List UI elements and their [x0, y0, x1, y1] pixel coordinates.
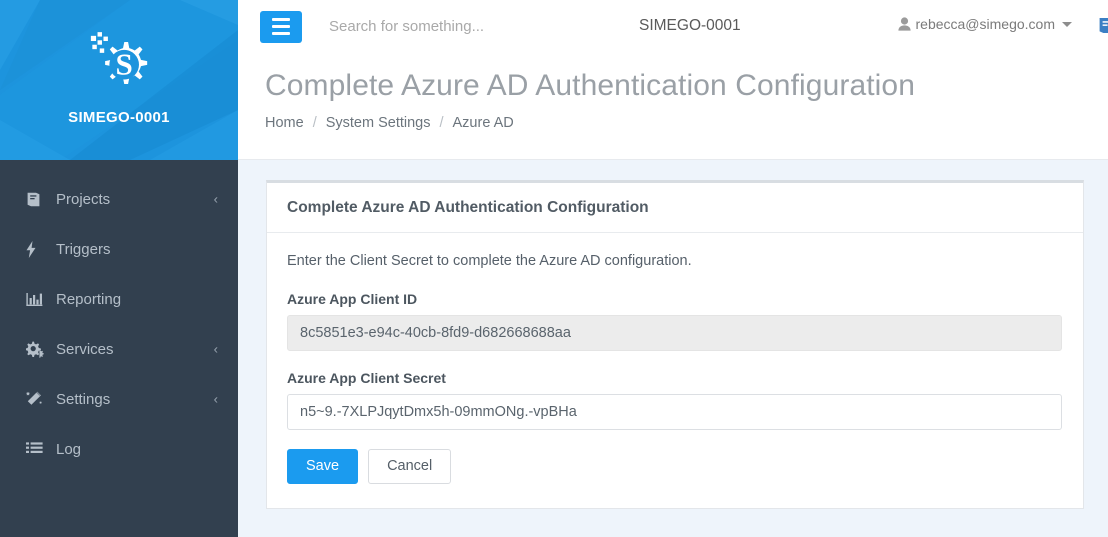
cancel-button[interactable]: Cancel [368, 449, 452, 485]
sidebar-item-label: Services [56, 340, 114, 358]
sidebar-item-log[interactable]: Log [0, 424, 238, 474]
hamburger-bar [272, 18, 290, 21]
breadcrumb: Home / System Settings / Azure AD [265, 115, 514, 131]
breadcrumb-item-azure-ad: Azure AD [452, 115, 514, 131]
card-body: Enter the Client Secret to complete the … [267, 233, 1083, 508]
form-group-client-id: Azure App Client ID [287, 291, 1063, 351]
sidebar-item-label: Triggers [56, 240, 111, 258]
hamburger-bar [272, 25, 290, 28]
card-lead-text: Enter the Client Secret to complete the … [287, 253, 692, 269]
page-header: Complete Azure AD Authentication Configu… [238, 53, 1108, 160]
card-header: Complete Azure AD Authentication Configu… [267, 183, 1083, 233]
card-title: Complete Azure AD Authentication Configu… [287, 199, 649, 216]
form-group-client-secret: Azure App Client Secret [287, 370, 1063, 430]
magic-wand-icon [26, 390, 46, 408]
page-content: Complete Azure AD Authentication Configu… [238, 160, 1108, 537]
client-secret-input[interactable] [287, 394, 1062, 430]
client-id-label: Azure App Client ID [287, 291, 418, 307]
page-title: Complete Azure AD Authentication Configu… [265, 69, 915, 102]
chevron-down-icon [1062, 21, 1072, 27]
sidebar-brand: S SIMEGO-0001 [0, 0, 238, 160]
config-card: Complete Azure AD Authentication Configu… [266, 180, 1084, 510]
hamburger-bar [272, 32, 290, 35]
chevron-left-icon: ‹ [213, 341, 218, 357]
breadcrumb-separator: / [439, 115, 444, 131]
sidebar-item-services[interactable]: Services ‹ [0, 324, 238, 374]
breadcrumb-separator: / [312, 115, 317, 131]
cogs-icon [26, 340, 46, 358]
client-secret-label: Azure App Client Secret [287, 370, 446, 386]
chevron-left-icon: ‹ [213, 191, 218, 207]
sidebar-nav: Projects ‹ Triggers Reporting Services ‹… [0, 160, 238, 474]
app-root: S SIMEGO-0001 Projects ‹ Triggers Report… [0, 0, 1108, 537]
sidebar-item-reporting[interactable]: Reporting [0, 274, 238, 324]
user-email-label: rebecca@simego.com [915, 16, 1056, 32]
sidebar-item-triggers[interactable]: Triggers [0, 224, 238, 274]
sidebar-item-settings[interactable]: Settings ‹ [0, 374, 238, 424]
sidebar: S SIMEGO-0001 Projects ‹ Triggers Report… [0, 0, 238, 537]
svg-text:S: S [116, 46, 133, 81]
sidebar-item-label: Settings [56, 390, 111, 408]
sidebar-brand-name: SIMEGO-0001 [68, 109, 170, 126]
topbar: SIMEGO-0001 rebecca@simego.com [238, 0, 1108, 53]
search-input[interactable] [327, 17, 627, 36]
user-account-menu[interactable]: rebecca@simego.com [897, 16, 1072, 32]
form-actions: Save Cancel [287, 449, 1063, 485]
client-id-input[interactable] [287, 315, 1062, 351]
user-icon [897, 17, 911, 31]
sidebar-item-label: Log [56, 440, 82, 458]
sidebar-item-label: Projects [56, 190, 111, 208]
list-icon [26, 440, 46, 458]
breadcrumb-item-home[interactable]: Home [265, 115, 304, 131]
tenant-label: SIMEGO-0001 [639, 17, 741, 34]
hamburger-menu-button[interactable] [260, 10, 302, 43]
gear-s-logo-icon: S [90, 32, 148, 85]
book-icon [26, 190, 46, 208]
breadcrumb-item-system-settings[interactable]: System Settings [326, 115, 431, 131]
sidebar-item-projects[interactable]: Projects ‹ [0, 174, 238, 224]
save-button[interactable]: Save [287, 449, 359, 485]
chevron-left-icon: ‹ [213, 391, 218, 407]
bolt-icon [26, 240, 46, 258]
sidebar-item-label: Reporting [56, 290, 122, 308]
documentation-book-icon[interactable] [1098, 17, 1108, 40]
bar-chart-icon [26, 290, 46, 308]
